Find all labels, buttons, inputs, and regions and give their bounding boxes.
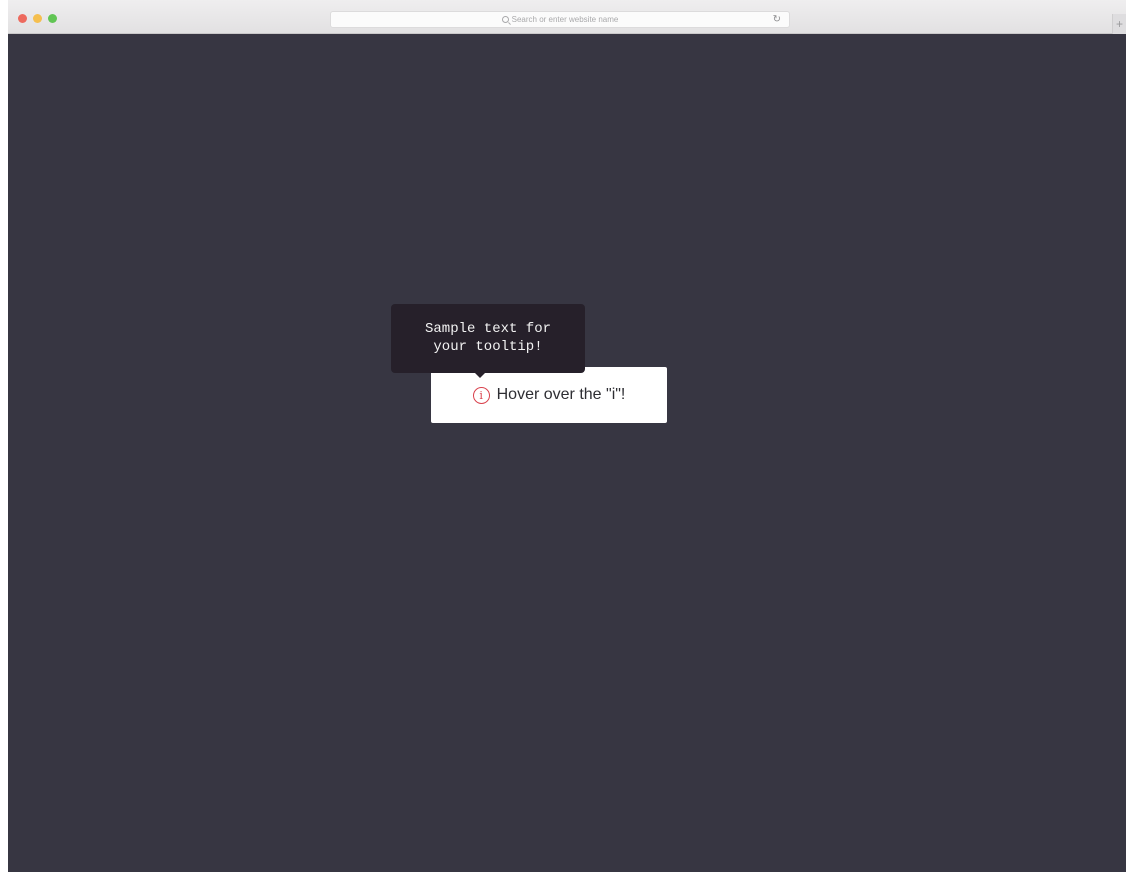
hover-instruction-label: Hover over the "i"!	[496, 386, 626, 403]
tooltip-arrow	[474, 372, 486, 378]
tooltip: Sample text for your tooltip!	[391, 304, 585, 373]
close-window-button[interactable]	[18, 14, 27, 23]
tooltip-text-line-2: your tooltip!	[433, 339, 543, 355]
info-icon[interactable]: i	[472, 386, 490, 404]
search-icon	[501, 16, 509, 23]
minimize-window-button[interactable]	[33, 14, 42, 23]
new-tab-button[interactable]: +	[1112, 14, 1126, 34]
reload-icon[interactable]: ↻	[773, 13, 781, 26]
address-bar[interactable]: Search or enter website name ↻	[330, 11, 790, 28]
hover-card: i Hover over the "i"!	[431, 367, 667, 423]
zoom-window-button[interactable]	[48, 14, 57, 23]
tooltip-text-line-1: Sample text for	[424, 321, 552, 337]
address-placeholder: Search or enter website name	[511, 15, 619, 24]
browser-toolbar: Search or enter website name ↻ +	[8, 0, 1126, 34]
address-bar-content: Search or enter website name	[331, 12, 789, 27]
browser-window: Search or enter website name ↻ + i Hover…	[8, 0, 1126, 872]
